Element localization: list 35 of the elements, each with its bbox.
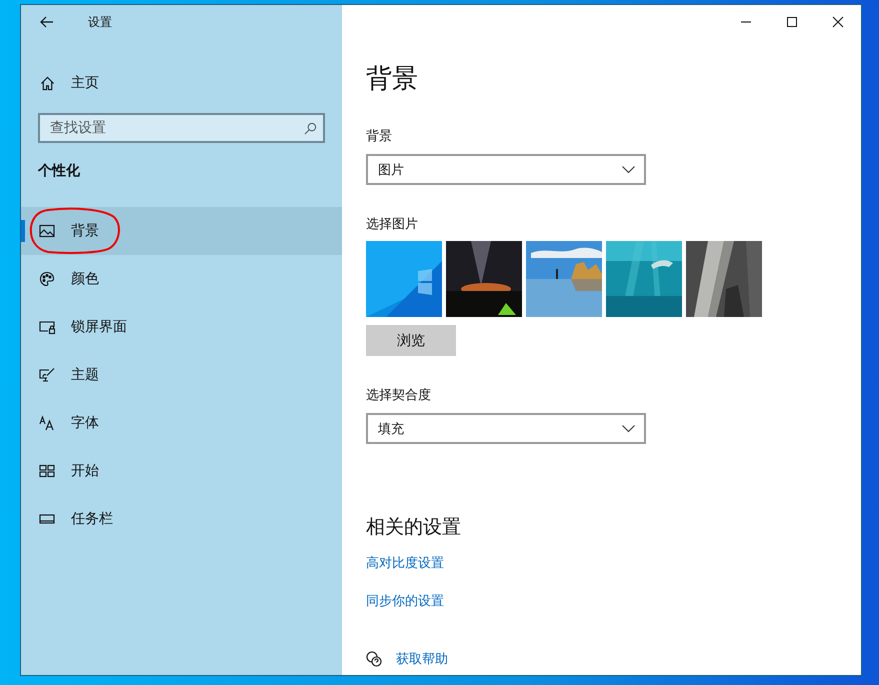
background-dropdown[interactable]: 图片 xyxy=(366,154,646,185)
fit-dropdown[interactable]: 填充 xyxy=(366,413,646,444)
chevron-icon xyxy=(622,424,635,432)
chevron-icon xyxy=(622,166,635,174)
section-heading: 个性化 xyxy=(38,162,81,181)
nav-item[interactable]: 颜色 xyxy=(21,255,342,303)
search-field[interactable]: 查找设置 xyxy=(38,113,325,143)
nav-item[interactable]: 背景 xyxy=(21,207,342,255)
help-link[interactable]: 获取帮助 xyxy=(366,650,448,668)
field-label: 选择契合度 xyxy=(366,387,432,404)
window-title: 设置 xyxy=(88,14,112,30)
picture-icon xyxy=(39,223,55,239)
nav-item[interactable]: 开始 xyxy=(21,447,342,495)
settings-link[interactable]: 同步你的设置 xyxy=(366,592,444,610)
palette-icon xyxy=(39,271,55,287)
monitor-lock-icon xyxy=(39,319,55,335)
field-label: 背景 xyxy=(366,128,393,145)
nav-item[interactable]: 主题 xyxy=(21,351,342,399)
nav-item[interactable]: 锁屏界面 xyxy=(21,303,342,351)
field-label: 选择图片 xyxy=(366,216,419,233)
nav-item[interactable]: 字体 xyxy=(21,399,342,447)
selection-bar xyxy=(21,220,25,242)
monitor-brush-icon xyxy=(39,367,55,383)
tiles-icon xyxy=(39,463,55,479)
nav-item[interactable]: 任务栏 xyxy=(21,495,342,543)
page-title: 背景 xyxy=(366,63,419,96)
section-heading: 相关的设置 xyxy=(366,515,462,540)
settings-link[interactable]: 高对比度设置 xyxy=(366,554,444,572)
chat-help-icon xyxy=(366,651,382,667)
home-icon xyxy=(40,76,55,90)
letters-icon xyxy=(39,415,55,431)
search-icon xyxy=(304,122,317,135)
home-item[interactable]: 主页 xyxy=(21,66,342,100)
back-icon[interactable] xyxy=(40,16,54,28)
browse-button[interactable]: 浏览 xyxy=(366,325,456,356)
